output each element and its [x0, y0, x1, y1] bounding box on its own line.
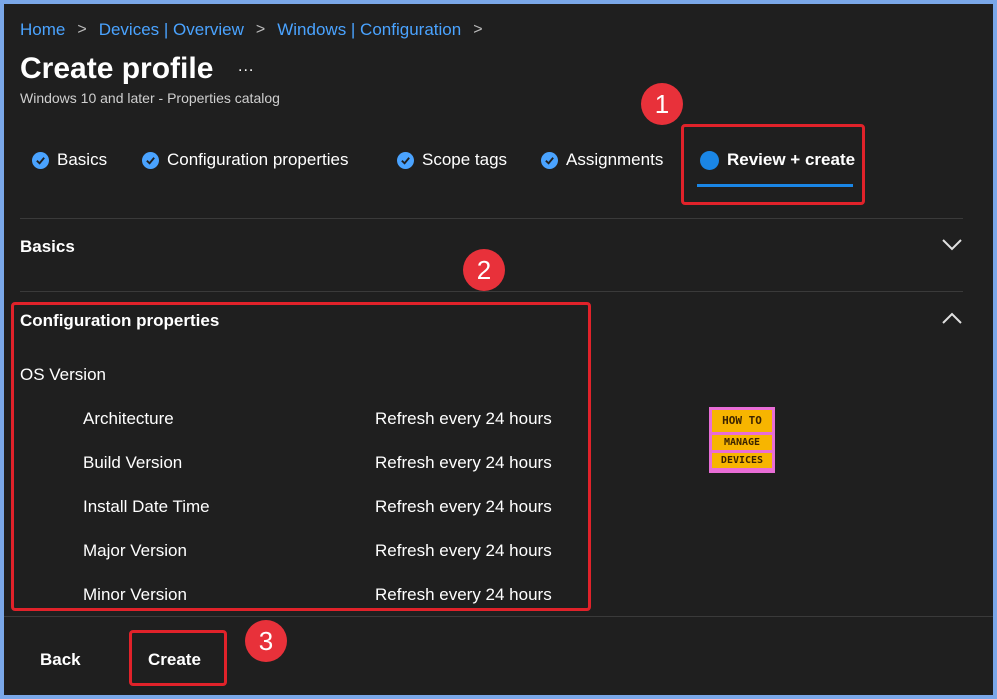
breadcrumb-separator: > — [255, 21, 266, 38]
more-options-icon[interactable]: ... — [238, 58, 254, 76]
tab-assignments[interactable]: Assignments — [541, 150, 663, 170]
highlight-box-review-create — [681, 124, 865, 205]
annotation-badge-3: 3 — [245, 620, 287, 662]
tab-label: Configuration properties — [167, 150, 349, 169]
annotation-badge-1: 1 — [641, 83, 683, 125]
divider — [20, 291, 963, 292]
create-profile-page: Home > Devices | Overview > Windows | Co… — [4, 4, 993, 695]
breadcrumb-home[interactable]: Home — [20, 20, 65, 40]
breadcrumb-separator: > — [77, 21, 87, 38]
annotation-badge-2: 2 — [463, 249, 505, 291]
back-button[interactable]: Back — [34, 649, 87, 671]
logo-line: HOW TO — [712, 410, 772, 432]
logo-line: MANAGE — [712, 435, 772, 450]
logo-line: DEVICES — [712, 453, 772, 468]
check-circle-icon — [397, 151, 414, 169]
divider — [20, 218, 963, 219]
breadcrumb-devices-overview[interactable]: Devices | Overview — [99, 20, 244, 40]
how-to-manage-devices-logo: HOW TO MANAGE DEVICES — [709, 407, 775, 473]
check-circle-icon — [142, 151, 159, 169]
footer-divider — [4, 616, 993, 617]
breadcrumb-separator: > — [473, 21, 483, 38]
chevron-down-icon[interactable] — [941, 238, 963, 252]
chevron-up-icon[interactable] — [941, 311, 963, 325]
page-subtitle: Windows 10 and later - Properties catalo… — [20, 90, 280, 106]
tab-label: Basics — [57, 150, 108, 169]
highlight-box-configuration-properties — [11, 302, 591, 611]
check-circle-icon — [541, 151, 558, 169]
page-title: Create profile — [20, 52, 214, 85]
breadcrumb-windows-configuration[interactable]: Windows | Configuration — [277, 20, 461, 40]
tab-basics[interactable]: Basics — [32, 150, 107, 170]
highlight-box-create — [129, 630, 227, 686]
breadcrumb: Home > Devices | Overview > Windows | Co… — [20, 20, 495, 40]
check-circle-icon — [32, 151, 49, 169]
section-basics-header[interactable]: Basics — [20, 237, 75, 257]
tab-configuration-properties[interactable]: Configuration properties — [142, 150, 348, 170]
tab-label: Scope tags — [422, 150, 508, 169]
tab-scope-tags[interactable]: Scope tags — [397, 150, 507, 170]
tab-label: Assignments — [566, 150, 664, 169]
